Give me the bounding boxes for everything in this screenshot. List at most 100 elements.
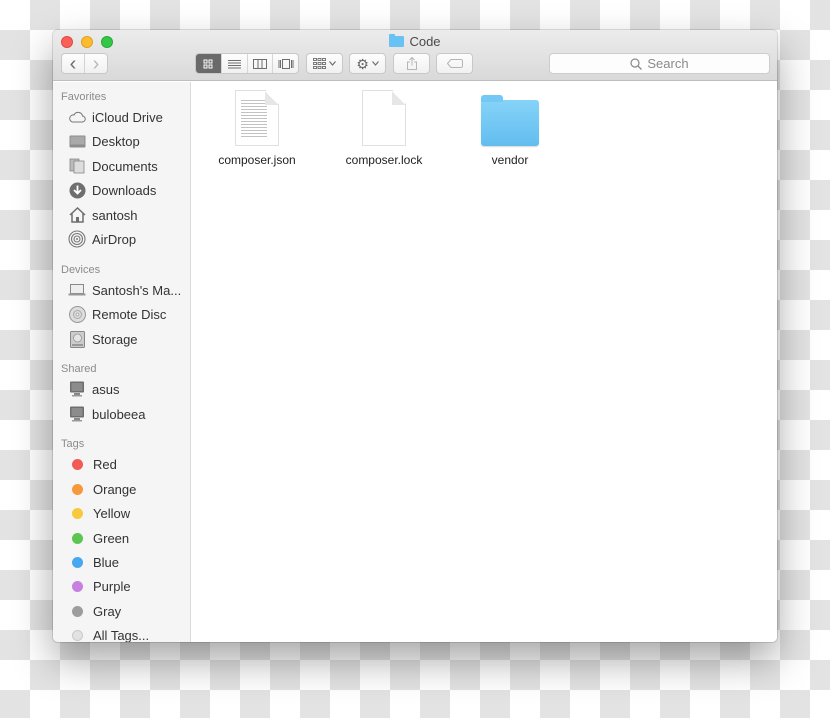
sidebar-tag-green[interactable]: Green: [68, 528, 129, 548]
sidebar-item-bulobeea[interactable]: bulobeea: [68, 404, 146, 424]
sidebar-item-icloud-drive[interactable]: iCloud Drive: [68, 107, 163, 127]
tag-icon: [446, 59, 463, 68]
search-input[interactable]: Search: [549, 53, 770, 74]
sidebar-tag-blue[interactable]: Blue: [68, 552, 119, 572]
file-item-composer-json[interactable]: composer.json: [202, 90, 312, 167]
home-icon: [68, 206, 86, 224]
text-document-icon: [235, 90, 279, 146]
sidebar-section-devices: Devices: [61, 264, 101, 276]
finder-window: Code ‹ › ⚙ Search Favorites iCloud Drive…: [53, 30, 777, 642]
forward-button[interactable]: ›: [84, 52, 107, 75]
sidebar-item-asus[interactable]: asus: [68, 379, 119, 399]
sidebar-item-label: Gray: [93, 603, 122, 619]
list-view-icon: [227, 59, 241, 68]
cover-flow-view-button[interactable]: [272, 54, 298, 73]
window-title-text: Code: [409, 34, 441, 49]
sidebar-item-airdrop[interactable]: AirDrop: [68, 229, 136, 249]
sidebar-item-macbook[interactable]: Santosh's Ma...: [68, 280, 181, 300]
file-browser-content: composer.json composer.lock vendor: [192, 82, 777, 642]
file-item-composer-lock[interactable]: composer.lock: [329, 90, 439, 167]
sidebar-item-label: Santosh's Ma...: [92, 282, 182, 298]
icon-view-button[interactable]: [196, 54, 221, 73]
sidebar-item-label: Red: [93, 456, 117, 472]
sidebar-section-favorites: Favorites: [61, 91, 107, 103]
sidebar-item-label: Green: [93, 530, 130, 546]
chevron-down-icon: [371, 61, 379, 66]
sidebar-tag-gray[interactable]: Gray: [68, 601, 121, 621]
sidebar-item-remote-disc[interactable]: Remote Disc: [68, 304, 166, 324]
documents-icon: [68, 157, 86, 175]
window-title: Code: [53, 34, 777, 49]
sidebar-all-tags[interactable]: All Tags...: [68, 625, 149, 642]
computer-icon: [68, 405, 86, 423]
green-tag-dot-icon: [72, 532, 83, 544]
blank-document-icon: [362, 90, 406, 146]
sidebar-item-label: All Tags...: [93, 627, 150, 643]
action-button[interactable]: ⚙: [349, 53, 386, 74]
sidebar-item-storage[interactable]: Storage: [68, 329, 138, 349]
gray-tag-dot-icon: [72, 605, 83, 617]
all-tags-icon: [72, 629, 83, 641]
column-view-icon: [252, 58, 267, 69]
sidebar-item-label: Purple: [93, 578, 131, 594]
share-button[interactable]: [393, 53, 430, 74]
sidebar-item-desktop[interactable]: Desktop: [68, 131, 140, 151]
chevron-right-icon: ›: [92, 52, 100, 75]
sidebar-item-label: Blue: [93, 554, 120, 570]
sidebar-item-label: Storage: [92, 331, 138, 347]
sidebar-tag-purple[interactable]: Purple: [68, 576, 131, 596]
sidebar-item-documents[interactable]: Documents: [68, 156, 158, 176]
blue-tag-dot-icon: [72, 556, 83, 568]
sidebar-item-label: bulobeea: [92, 406, 146, 422]
file-name: composer.lock: [345, 153, 423, 167]
title-bar: Code ‹ › ⚙ Search: [53, 30, 777, 81]
sidebar-item-downloads[interactable]: Downloads: [68, 180, 156, 200]
drive-icon: [68, 330, 86, 348]
downloads-icon: [68, 181, 86, 199]
sidebar-item-label: Documents: [92, 158, 158, 174]
navigation-buttons: ‹ ›: [61, 53, 108, 74]
cover-flow-icon: [278, 58, 294, 69]
airdrop-icon: [68, 230, 86, 248]
search-placeholder: Search: [647, 56, 689, 71]
purple-tag-dot-icon: [72, 580, 83, 592]
sidebar-item-label: AirDrop: [92, 231, 137, 247]
tag-button[interactable]: [436, 53, 473, 74]
sidebar-tag-orange[interactable]: Orange: [68, 479, 136, 499]
sidebar-item-label: Remote Disc: [92, 306, 167, 322]
chevron-left-icon: ‹: [69, 52, 77, 75]
computer-icon: [68, 380, 86, 398]
sidebar-tag-yellow[interactable]: Yellow: [68, 503, 130, 523]
column-view-button[interactable]: [246, 54, 273, 73]
sidebar-section-tags: Tags: [61, 438, 85, 450]
chevron-down-icon: [329, 61, 336, 66]
sidebar-item-label: asus: [92, 381, 120, 397]
disc-icon: [68, 305, 86, 323]
file-name: vendor: [491, 153, 529, 167]
icon-view-icon: [203, 59, 213, 68]
red-tag-dot-icon: [72, 458, 83, 470]
yellow-tag-dot-icon: [72, 507, 83, 519]
gear-icon: ⚙: [356, 55, 369, 72]
sidebar-item-home[interactable]: santosh: [68, 205, 138, 225]
share-icon: [406, 57, 417, 70]
file-item-vendor-folder[interactable]: vendor: [455, 90, 565, 167]
sidebar-item-label: Downloads: [92, 182, 157, 198]
desktop-icon: [68, 132, 86, 150]
folder-icon: [481, 95, 539, 146]
file-name: composer.json: [218, 153, 296, 167]
sidebar-item-label: Yellow: [93, 505, 131, 521]
orange-tag-dot-icon: [72, 483, 83, 495]
cloud-icon: [68, 108, 86, 126]
document-text-lines: [241, 98, 267, 138]
sidebar: Favorites iCloud Drive Desktop Documents…: [53, 82, 191, 642]
arrange-button[interactable]: [306, 53, 343, 74]
sidebar-item-label: santosh: [92, 207, 138, 223]
back-button[interactable]: ‹: [62, 52, 84, 75]
sidebar-tag-red[interactable]: Red: [68, 454, 117, 474]
view-mode-segmented-control: [195, 53, 299, 74]
arrange-icon: [313, 58, 326, 69]
search-icon: [630, 57, 643, 70]
list-view-button[interactable]: [220, 54, 247, 73]
sidebar-section-shared: Shared: [61, 363, 97, 375]
